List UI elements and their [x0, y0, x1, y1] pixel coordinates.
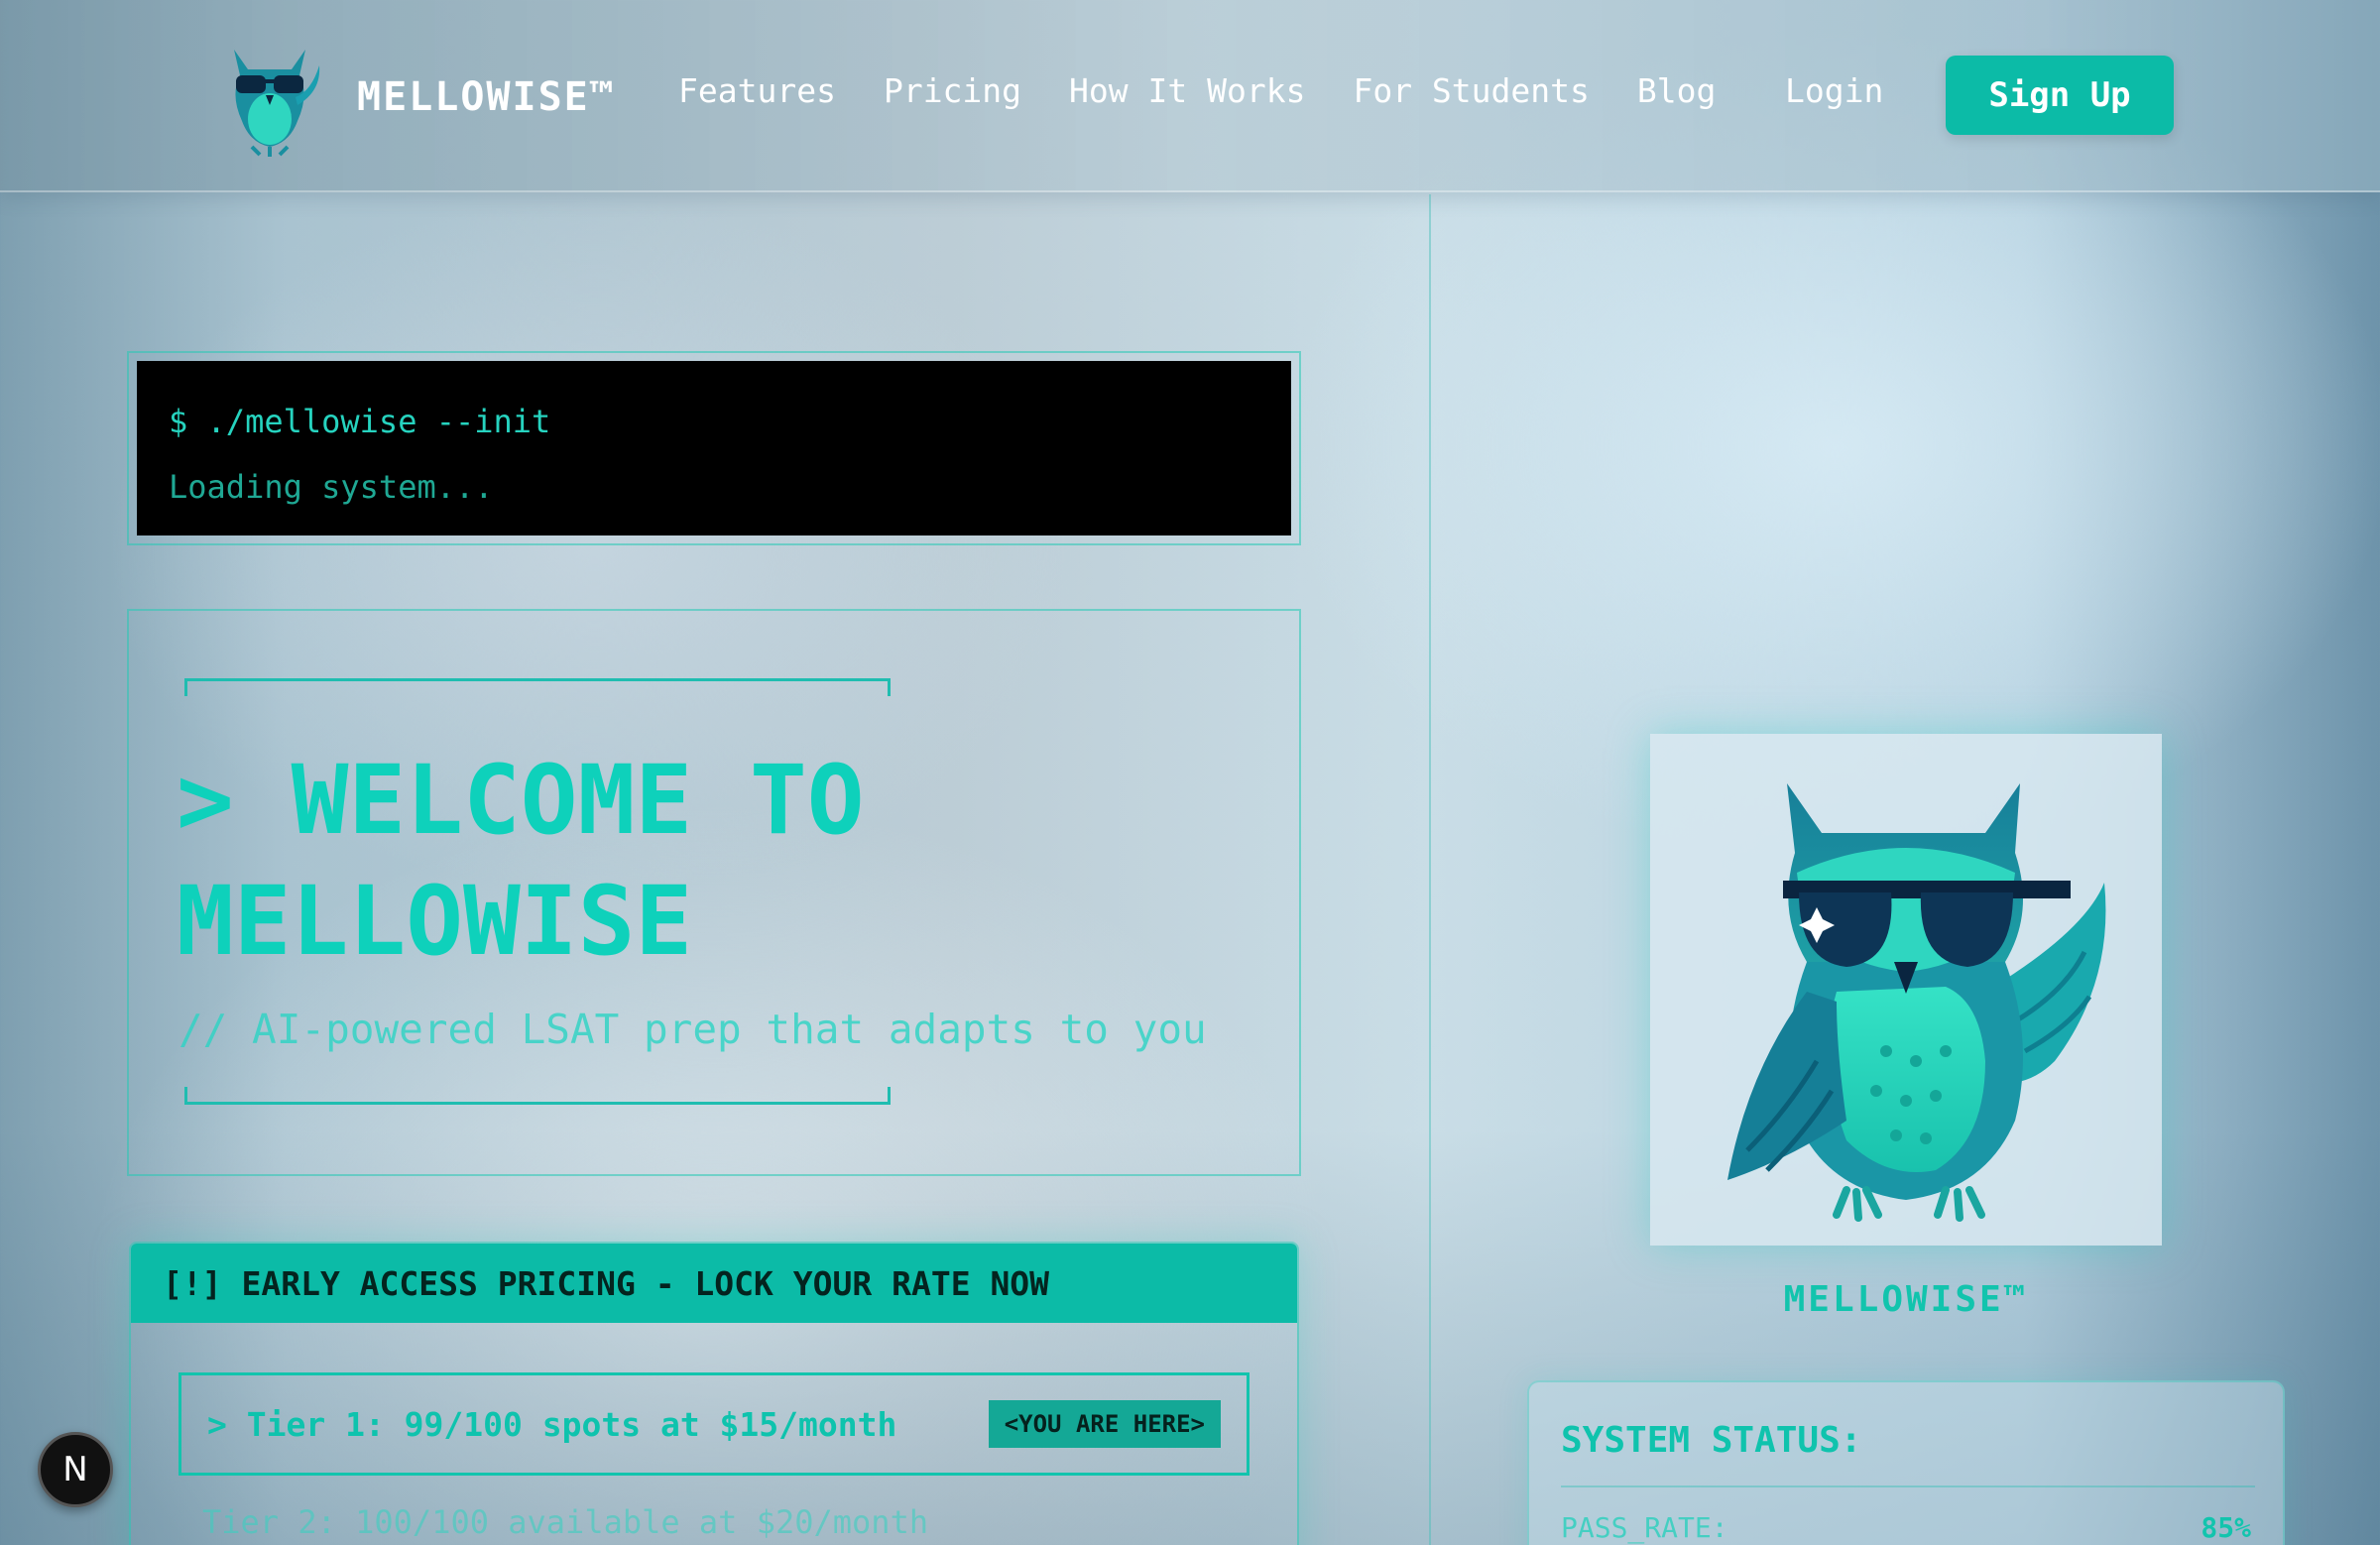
terminal-status: Loading system... — [169, 468, 494, 506]
pass-rate-label: PASS_RATE: — [1561, 1511, 1728, 1544]
bracket-bottom — [184, 1087, 891, 1105]
top-navigation: MELLOWISE™ Features Pricing How It Works… — [0, 0, 2380, 192]
nav-link-how-it-works[interactable]: How It Works — [1069, 71, 1305, 110]
nav-link-pricing[interactable]: Pricing — [884, 71, 1021, 110]
terminal-command: $ ./mellowise --init — [169, 403, 551, 440]
owl-logo-icon — [234, 50, 320, 157]
system-status-panel: SYSTEM STATUS: PASS_RATE: 85% — [1527, 1380, 2285, 1545]
status-title: SYSTEM STATUS: — [1561, 1420, 1862, 1461]
welcome-panel: > WELCOME TO MELLOWISE // AI-powered LSA… — [127, 609, 1301, 1176]
brand-name: MELLOWISE™ — [357, 74, 616, 120]
login-link[interactable]: Login — [1785, 71, 1883, 110]
pass-rate-value: 85% — [2201, 1511, 2251, 1544]
status-divider — [1561, 1486, 2255, 1487]
nav-link-blog[interactable]: Blog — [1637, 71, 1716, 110]
brand[interactable]: MELLOWISE™ — [212, 36, 616, 159]
nav-link-features[interactable]: Features — [678, 71, 836, 110]
early-access-pricing: [!] EARLY ACCESS PRICING - LOCK YOUR RAT… — [129, 1242, 1299, 1545]
tier-2-option[interactable]: Tier 2: 100/100 available at $20/month — [202, 1503, 928, 1541]
nav-links: Features Pricing How It Works For Studen… — [678, 71, 1763, 110]
tier-1-label: > Tier 1: 99/100 spots at $15/month — [207, 1404, 897, 1444]
mascot-caption: MELLOWISE™ — [1783, 1279, 2029, 1320]
nav-link-for-students[interactable]: For Students — [1353, 71, 1589, 110]
mascot-card — [1650, 734, 2162, 1246]
welcome-subtitle: // AI-powered LSAT prep that adapts to y… — [178, 1006, 1207, 1053]
current-tier-badge: <YOU ARE HERE> — [988, 1400, 1221, 1448]
owl-mascot-icon — [1727, 783, 2106, 1222]
sign-up-button[interactable]: Sign Up — [1946, 56, 2174, 135]
terminal-screen: $ ./mellowise --init Loading system... — [137, 361, 1291, 535]
welcome-title: > WELCOME TO MELLOWISE — [177, 745, 865, 977]
pricing-header: [!] EARLY ACCESS PRICING - LOCK YOUR RAT… — [131, 1244, 1297, 1323]
bracket-top — [184, 678, 891, 696]
tier-1-option[interactable]: > Tier 1: 99/100 spots at $15/month <YOU… — [178, 1372, 1250, 1476]
terminal-panel: $ ./mellowise --init Loading system... — [127, 351, 1301, 545]
column-divider — [1429, 194, 1431, 1545]
next-n-icon[interactable]: N — [38, 1432, 113, 1507]
